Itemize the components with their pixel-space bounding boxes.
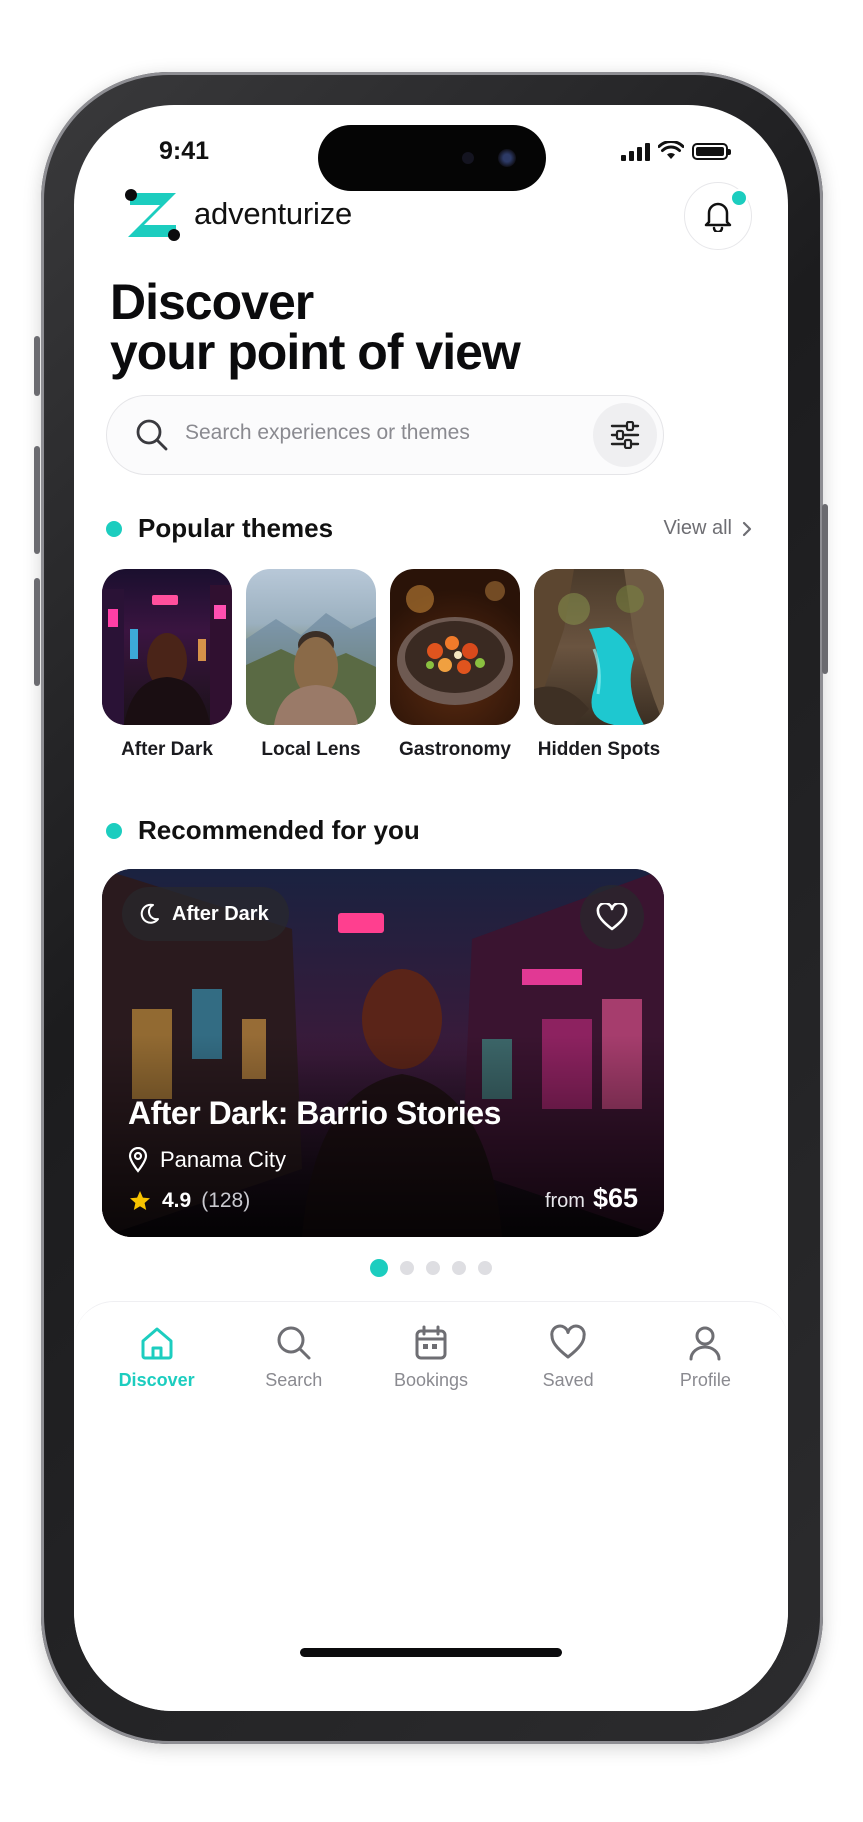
star-icon: [130, 1191, 150, 1210]
experience-location: Panama City: [128, 1147, 286, 1173]
bell-icon: [704, 202, 732, 232]
theme-after-dark[interactable]: After Dark: [102, 569, 232, 761]
themes-list: After Dark Local Lens Gastronomy Hidden …: [102, 569, 664, 761]
carousel-pagination: [74, 1259, 788, 1277]
theme-local-lens[interactable]: Local Lens: [246, 569, 376, 761]
heart-icon: [596, 903, 628, 931]
tab-search[interactable]: Search: [234, 1324, 354, 1391]
section-dot: [106, 520, 122, 537]
price-value: $65: [592, 1183, 638, 1213]
app-logo[interactable]: adventurize: [122, 183, 352, 245]
app-name: adventurize: [194, 196, 353, 231]
carousel-dot[interactable]: [426, 1261, 440, 1275]
carousel-dot[interactable]: [452, 1261, 466, 1275]
location-pin-icon: [128, 1147, 148, 1173]
tab-label: Discover: [118, 1370, 195, 1390]
search-icon: [277, 1326, 311, 1360]
experience-price: from $65: [545, 1183, 638, 1214]
volume-up-button: [34, 446, 40, 554]
status-icons: [621, 141, 731, 161]
recommended-card[interactable]: After Dark After Dark: Barrio Stories Pa…: [102, 869, 664, 1237]
theme-image-local-lens: [246, 569, 376, 725]
section-dot: [106, 822, 122, 839]
notifications-button[interactable]: [684, 182, 752, 250]
location-label: Panama City: [160, 1147, 286, 1172]
experience-rating: 4.9 (128): [128, 1189, 250, 1213]
view-all-link[interactable]: View all: [663, 517, 752, 540]
heart-icon: [550, 1324, 586, 1359]
action-button: [34, 336, 40, 396]
page-title-line-1: Discover: [110, 274, 314, 330]
filter-button[interactable]: [593, 403, 657, 467]
recommended-heading: Recommended for you: [106, 815, 420, 846]
theme-gastronomy[interactable]: Gastronomy: [390, 569, 520, 761]
logo-mark-icon: [122, 183, 184, 245]
notification-badge: [730, 189, 748, 207]
tab-discover[interactable]: Discover: [97, 1324, 217, 1391]
calendar-icon: [415, 1325, 447, 1360]
popular-themes-title: Popular themes: [138, 513, 334, 543]
wifi-icon: [658, 141, 684, 159]
theme-hidden-spots[interactable]: Hidden Spots: [534, 569, 664, 761]
theme-label: After Dark: [121, 739, 213, 760]
cellular-signal-icon: [621, 141, 650, 161]
theme-label: Local Lens: [261, 739, 361, 760]
tab-saved[interactable]: Saved: [508, 1324, 628, 1391]
tab-label: Saved: [542, 1370, 594, 1390]
experience-title: After Dark: Barrio Stories: [128, 1095, 501, 1131]
sensor: [462, 152, 474, 164]
volume-down-button: [34, 578, 40, 686]
search-bar[interactable]: Search experiences or themes: [106, 395, 664, 475]
home-icon: [141, 1327, 173, 1360]
review-count: (128): [201, 1189, 251, 1212]
search-icon: [136, 419, 168, 451]
tab-bookings[interactable]: Bookings: [371, 1324, 491, 1391]
dynamic-island: [318, 125, 546, 191]
moon-icon: [140, 903, 159, 924]
page-title-line-2: your point of view: [110, 324, 521, 380]
bottom-tab-bar: Discover Search Bookings Saved Profile: [74, 1301, 788, 1711]
power-button: [822, 504, 828, 674]
status-time: 9:41: [159, 137, 210, 165]
tab-label: Profile: [679, 1370, 731, 1390]
page-title: Discover your point of view: [110, 274, 521, 380]
sliders-icon: [610, 421, 640, 449]
price-prefix: from: [544, 1190, 585, 1212]
popular-themes-heading: Popular themes: [106, 513, 333, 544]
save-favorite-button[interactable]: [580, 885, 644, 949]
theme-label: Hidden Spots: [537, 739, 661, 760]
view-all-label: View all: [663, 517, 732, 539]
chevron-right-icon: [742, 521, 752, 536]
rating-value: 4.9: [162, 1189, 192, 1212]
search-input[interactable]: Search experiences or themes: [185, 421, 470, 445]
user-icon: [689, 1326, 721, 1361]
carousel-dot[interactable]: [478, 1261, 492, 1275]
theme-image-gastronomy: [390, 569, 520, 725]
recommended-title: Recommended for you: [138, 815, 420, 845]
home-indicator[interactable]: [300, 1648, 562, 1657]
theme-image-hidden-spots: [534, 569, 664, 725]
category-tag-label: After Dark: [172, 902, 269, 925]
tab-label: Search: [265, 1370, 323, 1390]
app-screen: 9:41 adventurize Discover your point of …: [74, 105, 788, 1711]
tab-profile[interactable]: Profile: [645, 1324, 765, 1391]
category-tag: After Dark: [122, 887, 289, 941]
front-camera: [498, 149, 516, 167]
theme-label: Gastronomy: [399, 739, 511, 760]
theme-image-after-dark: [102, 569, 232, 725]
tab-label: Bookings: [393, 1370, 468, 1390]
carousel-dot[interactable]: [370, 1259, 388, 1277]
carousel-dot[interactable]: [400, 1261, 414, 1275]
battery-icon: [692, 142, 731, 160]
